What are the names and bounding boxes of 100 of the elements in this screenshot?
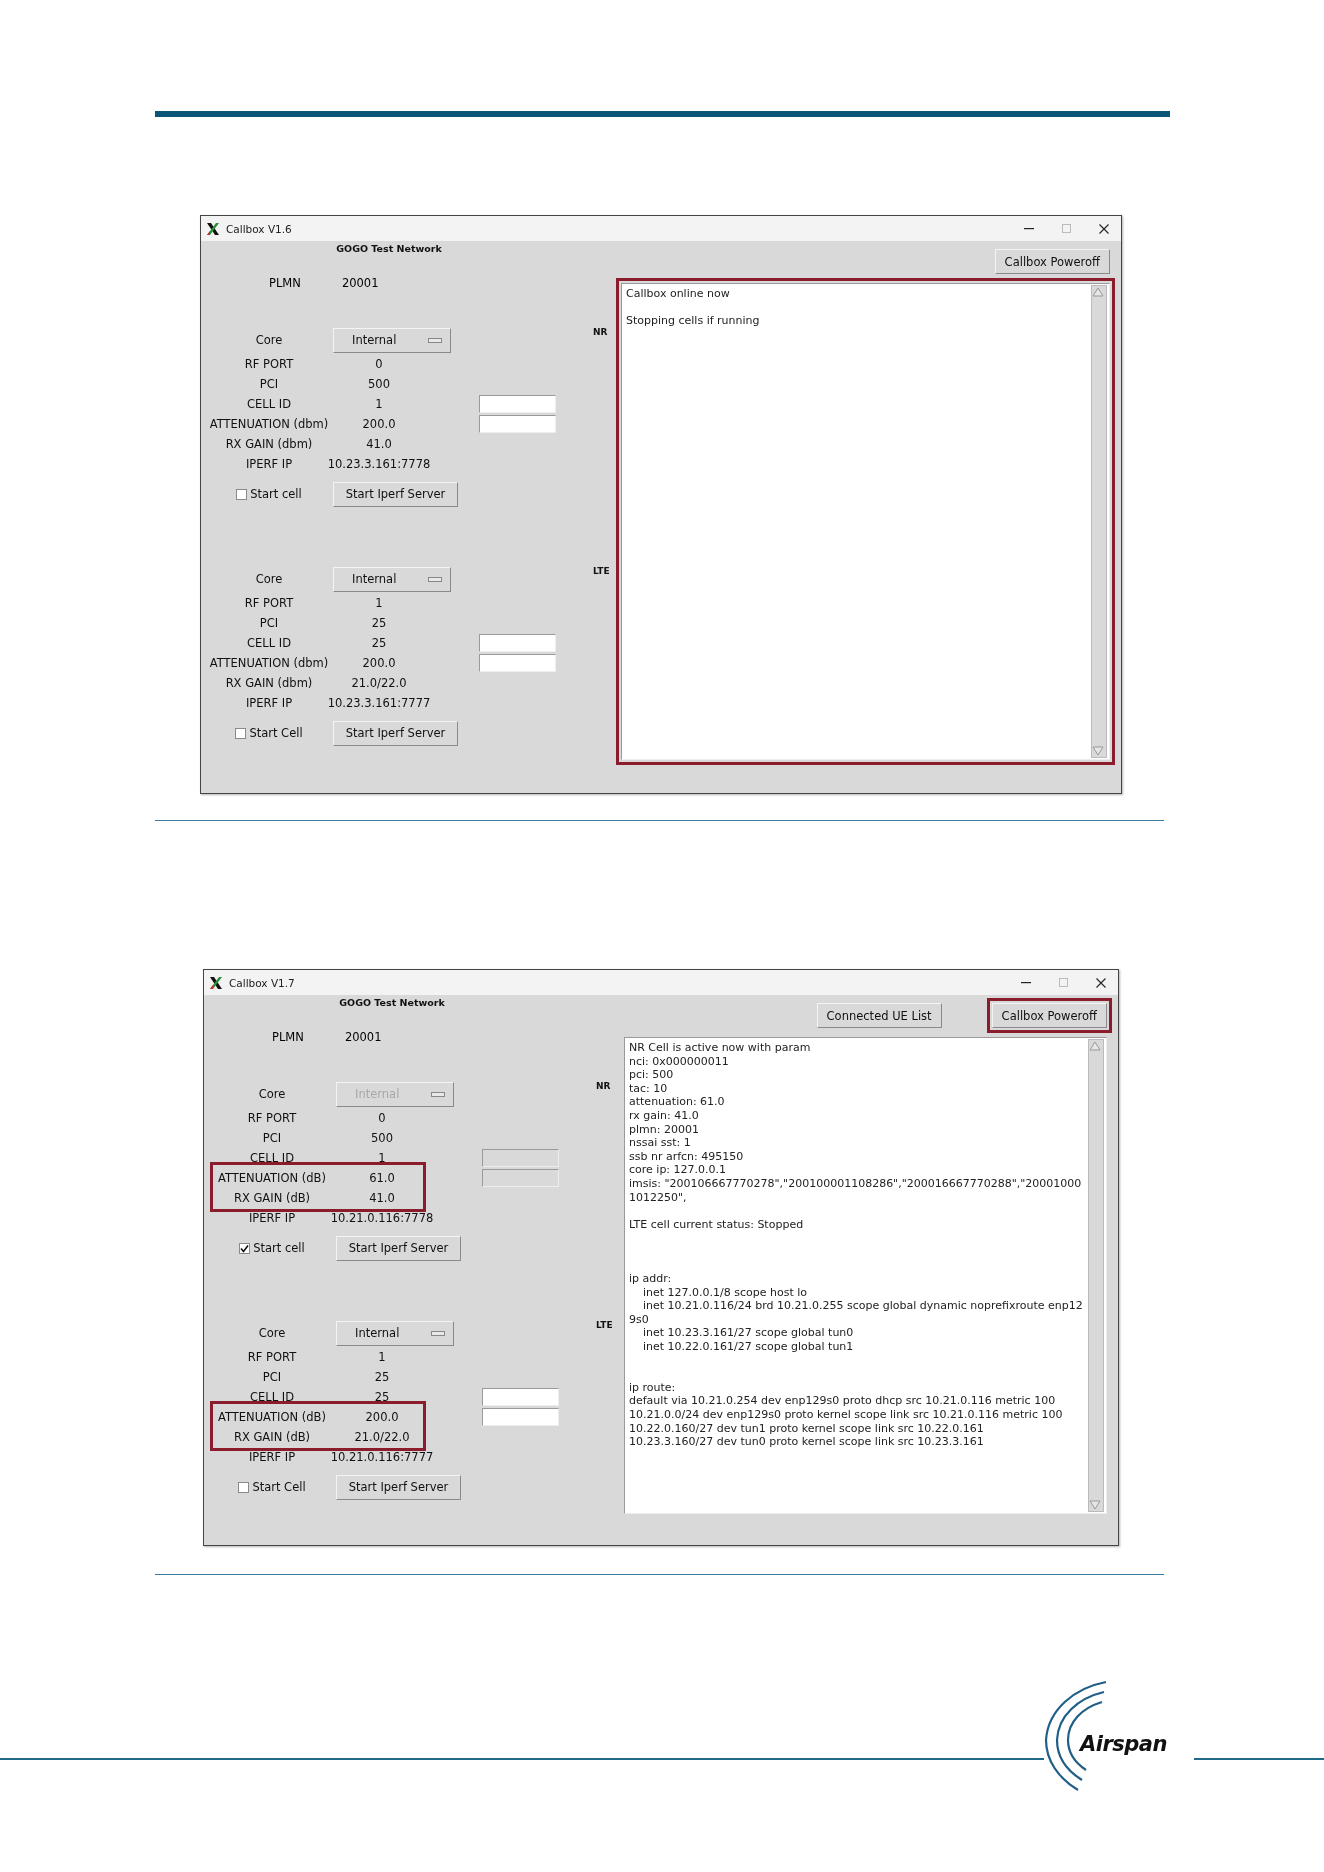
dropdown[interactable]: Internal xyxy=(333,327,451,353)
action-button[interactable]: Callbox Poweroff xyxy=(991,1003,1107,1028)
input-field[interactable] xyxy=(479,654,556,672)
action-button[interactable]: Connected UE List xyxy=(816,1003,942,1028)
field-value: 1 xyxy=(375,397,383,411)
field-label: ATTENUATION (dB) xyxy=(218,1410,326,1424)
action-button[interactable]: Callbox Poweroff xyxy=(994,249,1110,274)
field-value: 25 xyxy=(371,616,387,630)
field-label: RX GAIN (dbm) xyxy=(225,676,313,690)
field-value: 500 xyxy=(371,1131,393,1145)
field-label: RF PORT xyxy=(244,357,294,371)
scrollbar[interactable] xyxy=(1091,285,1107,758)
log-line: tac: 10 xyxy=(629,1081,669,1096)
log-line: rx gain: 41.0 xyxy=(629,1108,700,1123)
field-label: IPERF IP xyxy=(245,457,293,471)
field-label: ATTENUATION (dbm) xyxy=(209,417,329,431)
checkbox[interactable] xyxy=(236,488,248,500)
field-label: PCI xyxy=(262,1370,282,1384)
close-icon[interactable] xyxy=(1099,223,1109,234)
field-value: 10.21.0.116:7778 xyxy=(330,1211,434,1225)
field-value: 10.21.0.116:7777 xyxy=(330,1450,434,1464)
log-line: pci: 500 xyxy=(629,1068,675,1082)
action-button[interactable]: Start Iperf Server xyxy=(333,481,458,507)
input-field[interactable] xyxy=(479,634,556,652)
action-button[interactable]: Start Iperf Server xyxy=(336,1474,461,1500)
field-label: CELL ID xyxy=(247,397,291,411)
section-label: LTE xyxy=(593,565,610,578)
field-value: 20001 xyxy=(341,276,379,290)
section-label: NR xyxy=(596,1080,611,1093)
checkbox-label[interactable]: Start Cell xyxy=(252,1480,306,1494)
scroll-down-icon[interactable] xyxy=(1089,1499,1101,1511)
log-box[interactable] xyxy=(624,1037,1107,1514)
checkbox[interactable] xyxy=(238,1481,250,1493)
log-line: imsis: "200106667770278","200100001108286","200016667770288","200010001012250", xyxy=(629,1176,1083,1205)
field-label: Core xyxy=(258,1326,286,1340)
field-label: RX GAIN (dB) xyxy=(233,1191,311,1205)
field-value: 0 xyxy=(378,1111,386,1125)
dropdown-indicator-icon xyxy=(431,1330,445,1336)
field-value: 21.0/22.0 xyxy=(351,676,407,690)
field-value: 200.0 xyxy=(365,1410,399,1424)
window-title: Callbox V1.6 xyxy=(226,222,293,235)
action-button[interactable]: Start Iperf Server xyxy=(333,720,458,746)
log-line: inet 127.0.0.1/8 scope host lo xyxy=(642,1285,809,1300)
scroll-up-icon[interactable] xyxy=(1089,1040,1101,1052)
field-value: 1 xyxy=(375,596,383,610)
maximize-icon[interactable] xyxy=(1062,224,1071,233)
field-label: Core xyxy=(255,572,283,586)
field-label: PCI xyxy=(259,377,279,391)
input-field[interactable] xyxy=(479,395,556,413)
input-field[interactable] xyxy=(482,1388,559,1406)
log-line: 10.21.0.0/24 dev enp129s0 proto kernel scope link src 10.21.0.116 metric 100 xyxy=(629,1408,1064,1422)
dropdown[interactable]: Internal xyxy=(336,1320,454,1346)
log-line: NR Cell is active now with param xyxy=(629,1041,812,1055)
field-label: PCI xyxy=(259,616,279,630)
log-line: 10.22.0.160/27 dev tun1 proto kernel scope link src 10.22.0.161 xyxy=(629,1421,985,1436)
field-label: PCI xyxy=(262,1131,282,1145)
dropdown-indicator-icon xyxy=(431,1091,445,1097)
field-label: PLMN xyxy=(272,1030,304,1044)
field-value: 41.0 xyxy=(366,437,392,451)
field-label: RF PORT xyxy=(247,1350,297,1364)
log-box[interactable]: Callbox online now Stopping cells if running xyxy=(621,283,1110,760)
log-line: attenuation: 61.0 xyxy=(629,1095,726,1109)
scroll-down-icon[interactable] xyxy=(1092,745,1104,757)
field-value: 1 xyxy=(378,1151,386,1165)
minimize-icon[interactable] xyxy=(1021,981,1031,984)
log-line: inet 10.22.0.161/27 scope global tun1 xyxy=(642,1340,855,1354)
field-label: RF PORT xyxy=(244,596,294,610)
action-button[interactable]: Start Iperf Server xyxy=(336,1235,461,1261)
log-line: core ip: 127.0.0.1 xyxy=(629,1163,728,1177)
field-label: ATTENUATION (dbm) xyxy=(209,656,329,670)
log-line: nssai sst: 1 xyxy=(629,1136,692,1150)
log-line: plmn: 20001 xyxy=(629,1122,700,1137)
checkbox-label[interactable]: Start Cell xyxy=(249,726,303,740)
scrollbar[interactable] xyxy=(1088,1039,1104,1512)
maximize-icon[interactable] xyxy=(1059,978,1068,987)
logo-text: Airspan xyxy=(1080,1732,1167,1756)
field-label: CELL ID xyxy=(250,1390,294,1404)
x-logo-icon xyxy=(206,221,220,236)
checkbox[interactable] xyxy=(239,1242,251,1254)
section-label: NR xyxy=(593,326,608,339)
field-label: IPERF IP xyxy=(245,696,293,710)
network-name: GOGO Test Network xyxy=(335,242,443,256)
minimize-icon[interactable] xyxy=(1024,227,1034,230)
checkbox-label[interactable]: Start cell xyxy=(250,487,302,501)
field-value: 61.0 xyxy=(369,1171,395,1185)
dropdown-indicator-icon xyxy=(428,337,442,343)
checkbox-label[interactable]: Start cell xyxy=(253,1241,305,1255)
dropdown[interactable]: Internal xyxy=(333,566,451,592)
window-title: Callbox V1.7 xyxy=(229,976,296,989)
field-label: ATTENUATION (dB) xyxy=(218,1171,326,1185)
dropdown-indicator-icon xyxy=(428,576,442,582)
close-icon[interactable] xyxy=(1096,977,1106,988)
input-field[interactable] xyxy=(479,415,556,433)
field-value: 500 xyxy=(368,377,390,391)
input-field[interactable] xyxy=(482,1408,559,1426)
field-label: IPERF IP xyxy=(248,1450,296,1464)
field-value: 25 xyxy=(374,1390,390,1404)
field-value: 21.0/22.0 xyxy=(354,1430,410,1444)
checkbox[interactable] xyxy=(235,727,247,739)
scroll-up-icon[interactable] xyxy=(1092,286,1104,298)
